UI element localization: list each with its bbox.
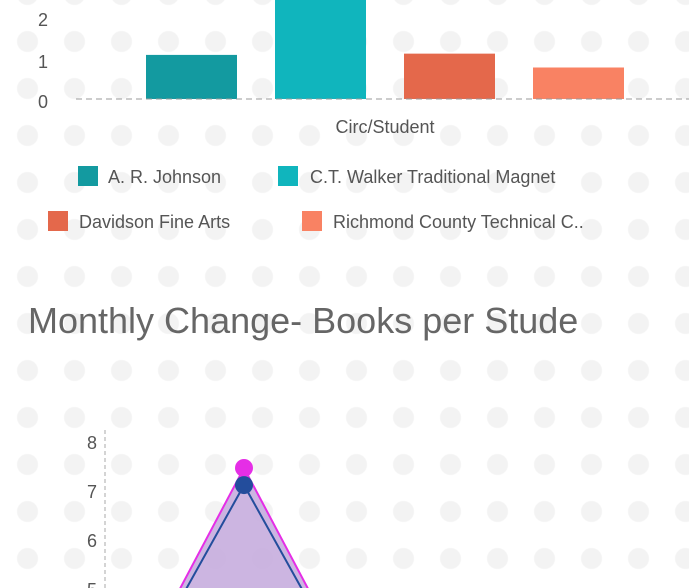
legend-swatch <box>78 166 98 186</box>
data-point-0[interactable] <box>235 458 253 477</box>
legend-swatch <box>278 166 298 186</box>
bars-group <box>146 0 624 99</box>
area-group <box>179 458 309 588</box>
bar-1[interactable] <box>275 0 366 99</box>
y-tick-label: 1 <box>38 52 48 72</box>
legend-label: A. R. Johnson <box>108 167 221 187</box>
legend-swatch <box>48 211 68 231</box>
bar-0[interactable] <box>146 54 237 99</box>
legend: A. R. Johnson C.T. Walker Traditional Ma… <box>48 166 584 232</box>
data-point-1[interactable] <box>235 476 253 495</box>
legend-item-1[interactable]: C.T. Walker Traditional Magnet <box>278 166 555 187</box>
charts-canvas: 2 1 0 Circ/Student A. R. Johnson C.T. Wa… <box>28 0 689 588</box>
legend-item-0[interactable]: A. R. Johnson <box>78 166 221 187</box>
legend-label: Richmond County Technical C.. <box>333 212 584 232</box>
bar-3[interactable] <box>533 67 624 100</box>
x-axis-label: Circ/Student <box>335 117 434 137</box>
line-chart: 8 7 6 5 <box>87 430 309 588</box>
bar-2[interactable] <box>404 53 495 99</box>
legend-item-2[interactable]: Davidson Fine Arts <box>48 211 230 232</box>
bar-chart: 2 1 0 Circ/Student A. R. Johnson C.T. Wa… <box>38 0 689 232</box>
legend-item-3[interactable]: Richmond County Technical C.. <box>302 211 584 232</box>
y-tick-label: 6 <box>87 531 97 551</box>
legend-swatch <box>302 211 322 231</box>
y-tick-label: 7 <box>87 482 97 502</box>
y-tick-label: 8 <box>87 433 97 453</box>
y-tick-label: 2 <box>38 10 48 30</box>
legend-label: C.T. Walker Traditional Magnet <box>310 167 555 187</box>
y-tick-label: 0 <box>38 92 48 112</box>
legend-label: Davidson Fine Arts <box>79 212 230 232</box>
y-tick-label: 5 <box>87 580 97 588</box>
chart-title: Monthly Change- Books per Stude <box>28 300 578 341</box>
